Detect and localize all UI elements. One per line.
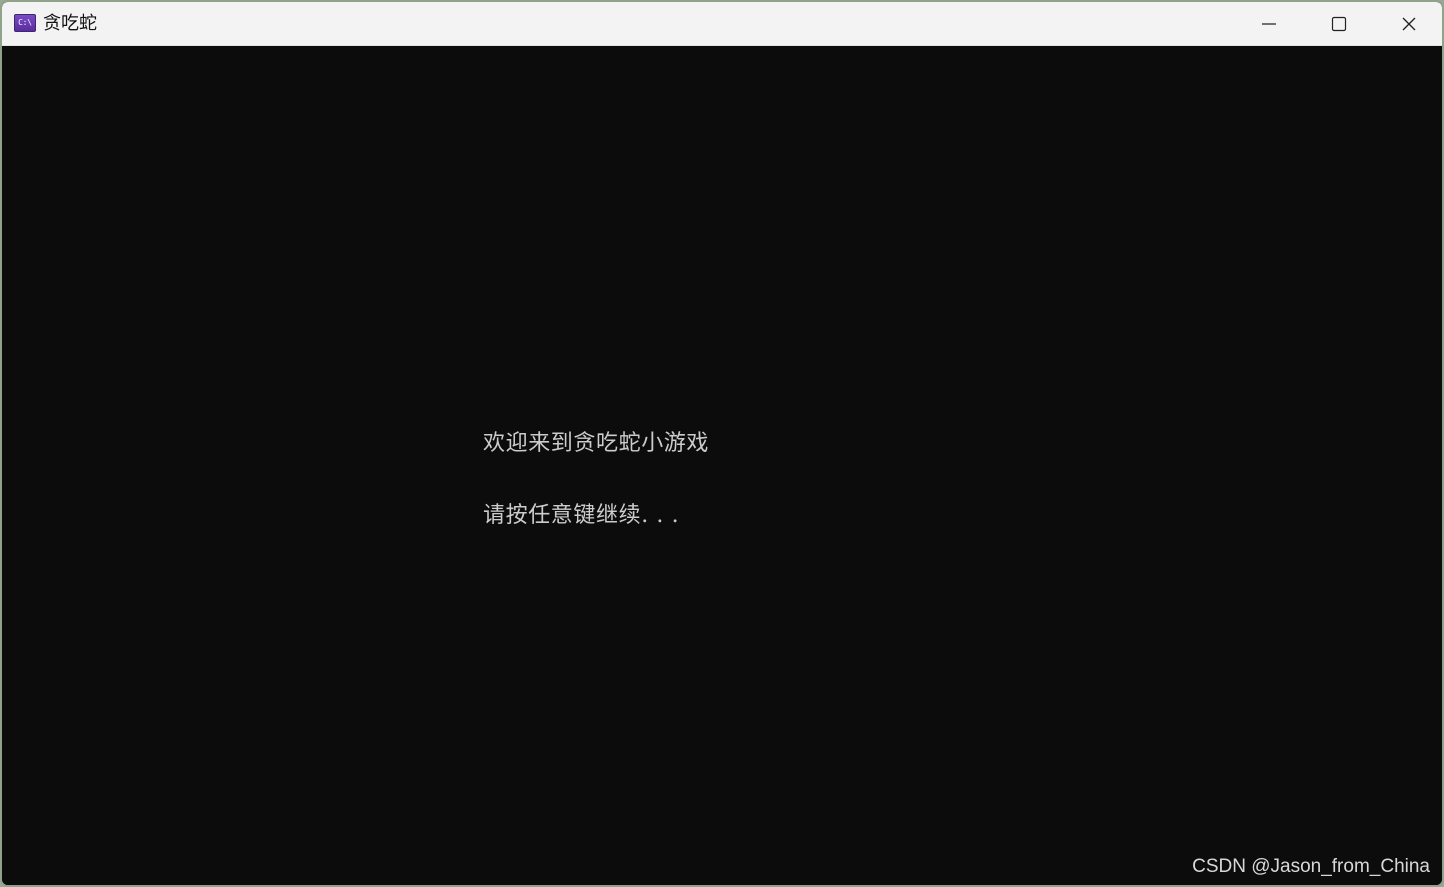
minimize-button[interactable] xyxy=(1234,2,1304,45)
close-icon xyxy=(1402,17,1416,30)
window-titlebar[interactable]: C:\ 贪吃蛇 xyxy=(2,2,1442,46)
console-line-welcome: 欢迎来到贪吃蛇小游戏 xyxy=(483,431,710,456)
minimize-icon xyxy=(1262,22,1276,25)
console-app-icon: C:\ xyxy=(14,14,36,32)
console-message: 欢迎来到贪吃蛇小游戏 请按任意键继续. . . xyxy=(483,384,709,576)
console-app-icon-glyph: C:\ xyxy=(18,18,32,27)
maximize-button[interactable] xyxy=(1304,2,1374,45)
console-window: C:\ 贪吃蛇 欢迎来到贪吃蛇小游戏 请按任意键继续. . . CSDN @Ja… xyxy=(0,0,1444,887)
window-title: 贪吃蛇 xyxy=(43,13,97,34)
console-line-continue-prompt: 请按任意键继续. . . xyxy=(483,503,680,528)
close-button[interactable] xyxy=(1374,2,1442,45)
console-output-area[interactable]: 欢迎来到贪吃蛇小游戏 请按任意键继续. . . CSDN @Jason_from… xyxy=(2,46,1442,885)
watermark-text: CSDN @Jason_from_China xyxy=(1192,856,1430,877)
maximize-icon xyxy=(1331,16,1347,31)
